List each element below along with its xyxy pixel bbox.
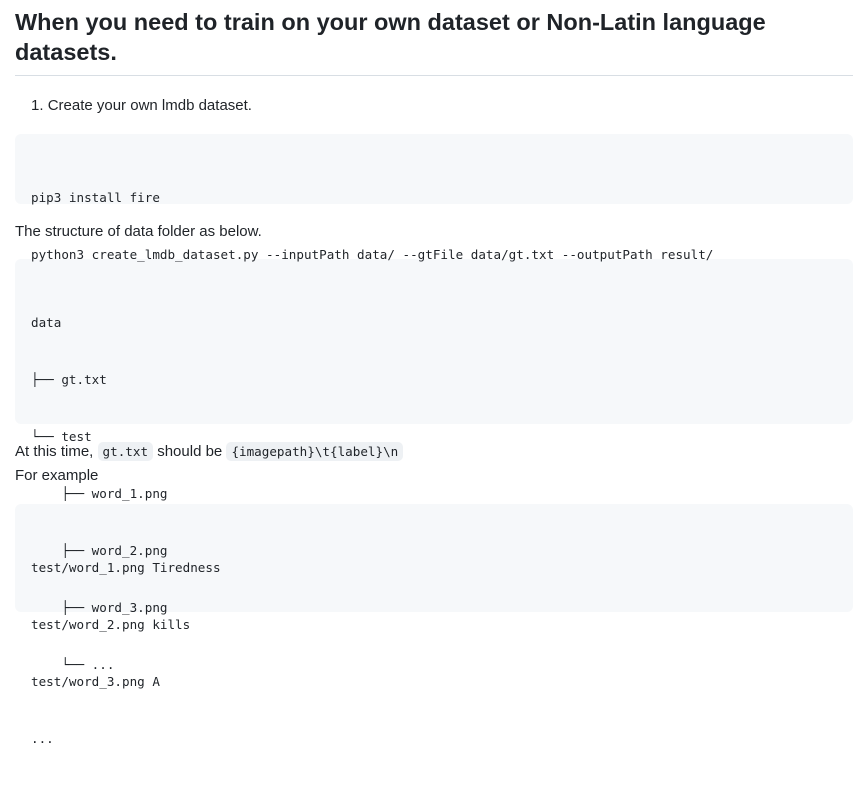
code-line: ... — [31, 731, 54, 746]
readme-section: When you need to train on your own datas… — [15, 0, 853, 746]
code-line: data — [31, 315, 62, 330]
list-item-number: 1. — [31, 97, 44, 114]
inline-code-format: {imagepath}\t{label}\n — [226, 442, 404, 461]
example-code-block[interactable]: test/word_1.png Tiredness test/word_2.pn… — [15, 504, 853, 746]
folder-tree-code-block[interactable]: data ├── gt.txt └── test ├── word_1.png … — [15, 259, 853, 672]
section-heading: When you need to train on your own datas… — [15, 0, 853, 76]
list-item-text: Create your own lmdb dataset. — [47, 97, 252, 114]
code-line: test/word_3.png A — [31, 674, 160, 689]
code-line: test/word_1.png Tiredness — [31, 560, 221, 575]
format-middle: should be — [157, 443, 223, 460]
code-line: pip3 install fire — [31, 190, 160, 205]
format-paragraph: At this time, gt.txt should be {imagepat… — [15, 440, 853, 488]
steps-list: 1. Create your own lmdb dataset. — [15, 94, 853, 118]
code-line: ├── gt.txt — [31, 372, 107, 387]
code-line: test/word_2.png kills — [31, 617, 191, 632]
structure-paragraph: The structure of data folder as below. — [15, 223, 262, 240]
list-item: 1. Create your own lmdb dataset. — [15, 94, 853, 118]
inline-code-filename: gt.txt — [97, 442, 154, 461]
format-prefix: At this time, — [15, 443, 94, 460]
install-code-block[interactable]: pip3 install fire python3 create_lmdb_da… — [15, 134, 853, 262]
